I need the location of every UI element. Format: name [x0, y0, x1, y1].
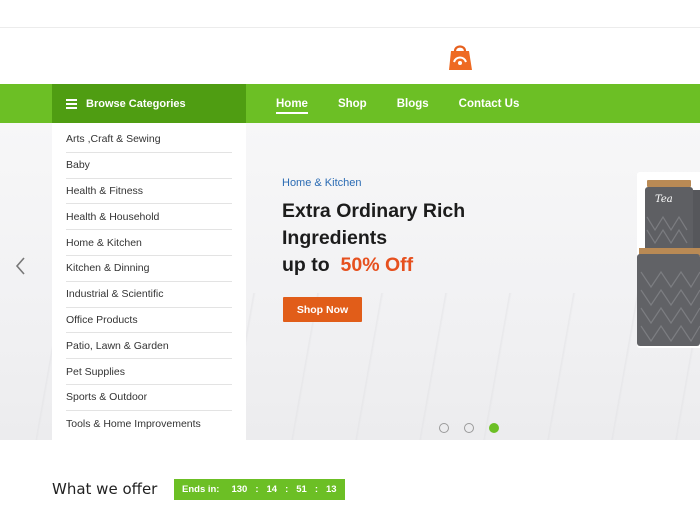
slider-dot-active[interactable]: [489, 423, 499, 433]
category-item[interactable]: Health & Household: [66, 204, 232, 231]
slider-dots: [439, 423, 514, 433]
hero-title-line3: up to 50% Off: [282, 252, 465, 279]
timer-separator: :: [285, 484, 289, 495]
category-item[interactable]: Home & Kitchen: [66, 230, 232, 256]
browse-categories-label: Browse Categories: [86, 97, 186, 110]
category-item[interactable]: Sports & Outdoor: [66, 385, 232, 411]
category-list: Arts ,Craft & Sewing Baby Health & Fitne…: [52, 123, 246, 440]
nav-link-home[interactable]: Home: [276, 98, 308, 114]
slider-dot[interactable]: [439, 423, 449, 433]
hero-title-line1: Extra Ordinary Rich: [282, 200, 466, 222]
timer-separator: :: [255, 484, 259, 495]
timer-seconds: 13: [326, 484, 337, 495]
timer-ends-label: Ends in:: [182, 484, 220, 495]
timer-separator: :: [314, 484, 319, 495]
browse-categories-button[interactable]: Browse Categories: [52, 84, 246, 123]
hero-subtitle: Home & Kitchen: [282, 177, 362, 189]
category-item[interactable]: Office Products: [66, 308, 232, 334]
hero-title-line2: Ingredients: [282, 227, 388, 249]
timer-hours: 14: [266, 484, 278, 495]
category-item[interactable]: Health & Fitness: [66, 179, 232, 205]
main-navbar: Browse Categories Home Shop Blogs Contac…: [0, 84, 700, 123]
what-we-offer-heading: What we offer: [52, 480, 158, 498]
category-item[interactable]: Kitchen & Dinning: [66, 256, 232, 282]
timer-minutes: 51: [296, 484, 307, 495]
shop-now-button[interactable]: Shop Now: [283, 297, 362, 322]
category-item[interactable]: Arts ,Craft & Sewing: [66, 127, 232, 153]
category-item[interactable]: Baby: [66, 153, 232, 179]
hero-discount: 50% Off: [340, 254, 414, 276]
category-item[interactable]: Patio, Lawn & Garden: [66, 333, 232, 360]
nav-link-shop[interactable]: Shop: [338, 98, 367, 110]
hero-text: Home & Kitchen Extra Ordinary Rich Ingre…: [282, 177, 465, 279]
timer-days: 130: [231, 484, 248, 495]
hero-title-prefix: up to: [282, 254, 330, 276]
product-tea-label: Tea: [655, 194, 673, 205]
product-image-canisters: Tea: [637, 172, 700, 348]
hero-title: Extra Ordinary Rich Ingredients up to 50…: [282, 198, 465, 279]
top-strip: [0, 0, 700, 28]
nav-link-blogs[interactable]: Blogs: [397, 98, 429, 110]
countdown-timer: Ends in: 130 : 14 : 51 : 13: [174, 479, 345, 500]
category-item[interactable]: Pet Supplies: [66, 359, 232, 385]
category-item[interactable]: Tools & Home Improvements: [66, 411, 232, 437]
slider-dot[interactable]: [464, 423, 474, 433]
chevron-left-icon[interactable]: [14, 256, 30, 276]
nav-link-contact-us[interactable]: Contact Us: [459, 98, 520, 110]
header: [0, 28, 700, 84]
category-item[interactable]: Industrial & Scientific: [66, 282, 232, 308]
nav-links: Home Shop Blogs Contact Us: [276, 84, 549, 123]
hamburger-icon: [66, 99, 77, 109]
shopping-bag-logo-icon[interactable]: [446, 42, 474, 72]
